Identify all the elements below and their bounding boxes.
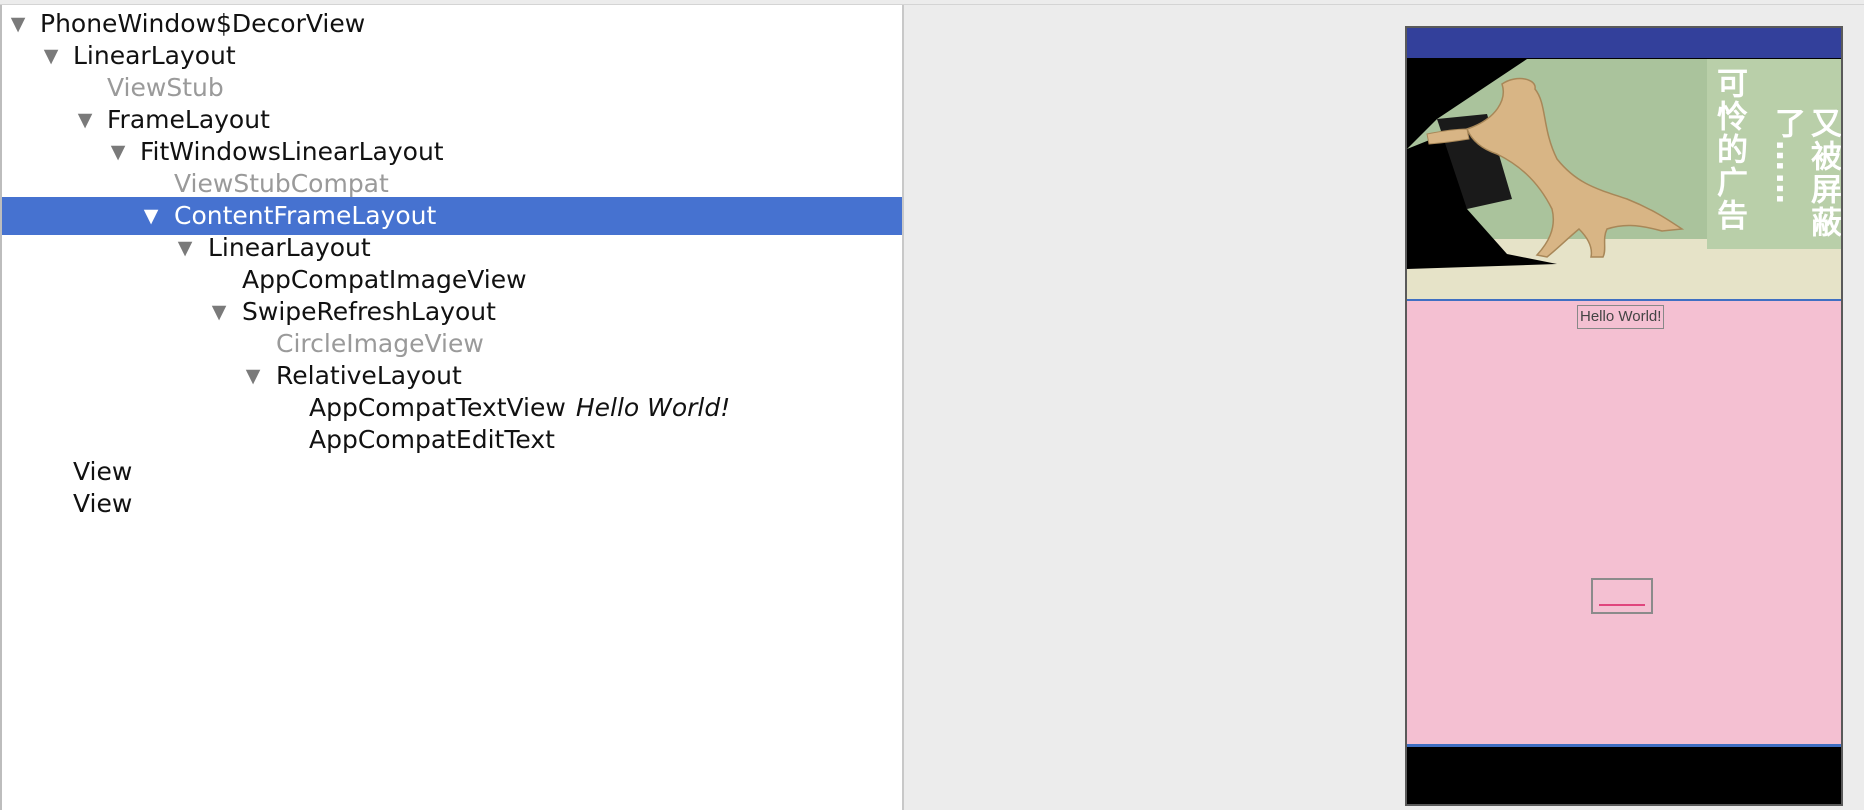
tree-node-view-navigation-bar[interactable]: View <box>2 485 902 523</box>
node-class-name: AppCompatTextView <box>309 393 566 422</box>
navigation-bar <box>1407 750 1841 804</box>
node-label: View <box>73 489 133 518</box>
view-hierarchy-panel[interactable]: ▼ PhoneWindow$DecorView ▼ LinearLayout V… <box>0 5 902 810</box>
ad-caption-line-1: 可怜的广告 <box>1711 67 1747 232</box>
device-screen-preview[interactable]: 可怜的广告 又被屏蔽了…… Hello World! <box>1405 26 1843 806</box>
status-bar <box>1407 28 1841 58</box>
ad-caption-line-2: 又被屏蔽了…… <box>1769 107 1841 239</box>
hello-world-text-view[interactable]: Hello World! <box>1577 305 1665 329</box>
content-area[interactable]: Hello World! <box>1407 301 1841 747</box>
device-preview-panel: 可怜的广告 又被屏蔽了…… Hello World! <box>904 5 1864 810</box>
node-text-value: Hello World! <box>575 393 731 422</box>
edit-text-field[interactable] <box>1591 578 1653 614</box>
edit-text-underline <box>1599 604 1645 606</box>
ad-banner-image[interactable]: 可怜的广告 又被屏蔽了…… <box>1407 59 1841 301</box>
